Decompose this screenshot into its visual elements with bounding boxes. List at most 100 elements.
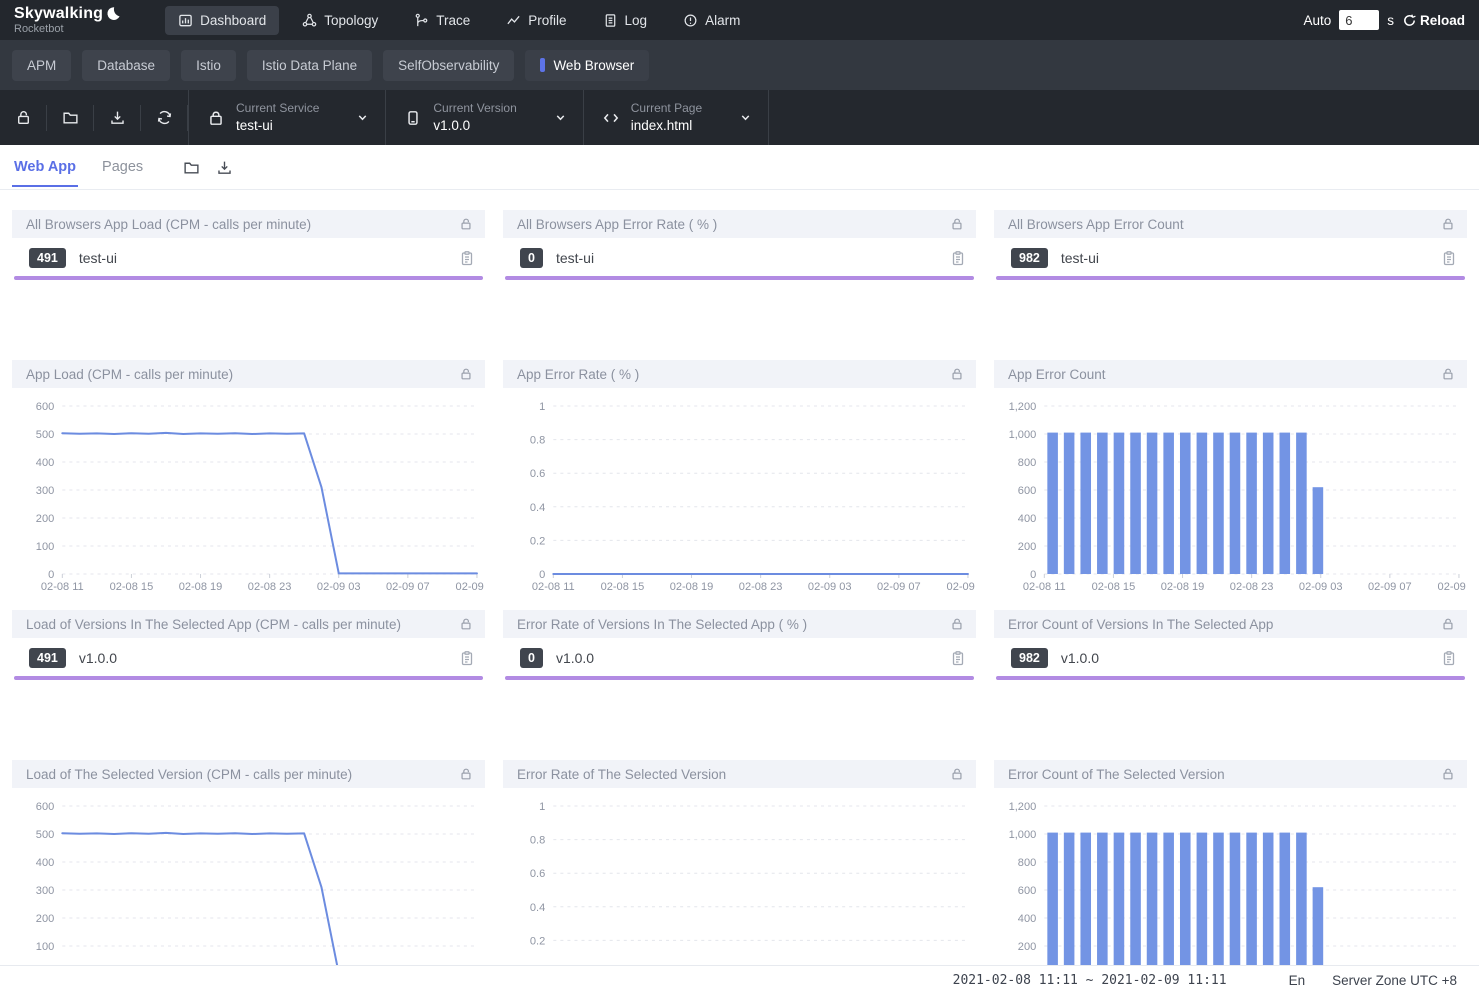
refresh-button[interactable] (141, 90, 187, 145)
app-load-line-chart: 600500400300200100002-08 1102-08 1502-08… (12, 388, 485, 600)
tab-pages[interactable]: Pages (100, 147, 145, 187)
svg-text:02-09 07: 02-09 07 (386, 581, 430, 593)
card-app-error-rate-chart: App Error Rate ( % ) 10.80.60.40.2002-08… (503, 360, 976, 610)
dashboard-tab-strip: APM Database Istio Istio Data Plane Self… (0, 40, 1479, 90)
card-title: App Error Count (1008, 367, 1441, 382)
lock-icon[interactable] (1441, 617, 1455, 631)
card-title: Load of The Selected Version (CPM - call… (26, 767, 459, 782)
dashboard-icon (178, 13, 193, 28)
current-version-selector[interactable]: Current Version v1.0.0 (385, 90, 582, 145)
svg-text:400: 400 (36, 457, 54, 469)
nav-item-profile[interactable]: Profile (493, 6, 579, 35)
import-template-button[interactable] (47, 90, 93, 145)
clipboard-icon[interactable] (1441, 250, 1457, 266)
dashboard-tab-istio-data-plane[interactable]: Istio Data Plane (247, 50, 372, 81)
lock-icon[interactable] (459, 617, 473, 631)
card-title: All Browsers App Load (CPM - calls per m… (26, 217, 459, 232)
stat-label: test-ui (79, 250, 459, 266)
lock-icon[interactable] (1441, 367, 1455, 381)
svg-text:500: 500 (36, 829, 54, 841)
nav-item-alarm[interactable]: Alarm (670, 6, 753, 35)
nav-item-trace[interactable]: Trace (401, 6, 483, 35)
lock-icon[interactable] (1441, 767, 1455, 781)
clipboard-icon[interactable] (1441, 650, 1457, 666)
lock-icon[interactable] (950, 367, 964, 381)
chart-row-version: Load of The Selected Version (CPM - call… (12, 760, 1467, 995)
auto-interval-input[interactable] (1339, 10, 1379, 30)
clipboard-icon[interactable] (950, 250, 966, 266)
svg-text:02-09 07: 02-09 07 (1368, 581, 1412, 593)
svg-text:1,200: 1,200 (1009, 801, 1037, 813)
svg-text:0.8: 0.8 (530, 435, 545, 447)
stat-underline-bar (505, 676, 974, 680)
tab-label: SelfObservability (398, 58, 499, 73)
download-icon[interactable] (216, 159, 233, 176)
clipboard-icon[interactable] (459, 250, 475, 266)
current-service-selector[interactable]: Current Service test-ui (188, 90, 385, 145)
chevron-down-icon (713, 111, 752, 124)
nav-label: Trace (436, 13, 470, 28)
card-title: Error Count of Versions In The Selected … (1008, 617, 1441, 632)
selector-label: Current Page (631, 102, 702, 114)
selected-version-load-line-chart: 600500400300200100002-08 1102-08 1502-08… (12, 788, 485, 995)
reload-button[interactable]: Reload (1402, 13, 1465, 28)
svg-text:1,000: 1,000 (1009, 829, 1037, 841)
svg-text:300: 300 (36, 485, 54, 497)
clipboard-icon[interactable] (459, 650, 475, 666)
lock-icon[interactable] (1441, 217, 1455, 231)
download-icon (109, 109, 126, 126)
svg-text:400: 400 (1018, 513, 1036, 525)
current-page-selector[interactable]: Current Page index.html (583, 90, 769, 145)
export-template-button[interactable] (94, 90, 140, 145)
page-icon (602, 109, 620, 127)
view-tabbar: Web App Pages (0, 145, 1479, 190)
dashboard-tab-database[interactable]: Database (82, 50, 170, 81)
stat-value-badge: 0 (520, 248, 543, 268)
tab-web-app[interactable]: Web App (12, 147, 78, 187)
nav-item-log[interactable]: Log (590, 6, 661, 35)
brand-subtitle: Rocketbot (14, 24, 121, 35)
clipboard-icon[interactable] (950, 650, 966, 666)
svg-text:02-09 03: 02-09 03 (808, 581, 852, 593)
lock-icon[interactable] (950, 617, 964, 631)
stat-row-app: All Browsers App Load (CPM - calls per m… (12, 210, 1467, 360)
svg-text:02-08 23: 02-08 23 (1230, 581, 1274, 593)
alarm-icon (683, 13, 698, 28)
nav-item-topology[interactable]: Topology (289, 6, 391, 35)
card-app-load-chart: App Load (CPM - calls per minute) 600500… (12, 360, 485, 610)
card-title: Error Rate of The Selected Version (517, 767, 950, 782)
svg-text:02-08 11: 02-08 11 (532, 581, 575, 593)
svg-text:02-08 15: 02-08 15 (110, 581, 154, 593)
lock-toggle-button[interactable] (0, 90, 46, 145)
dashboard-tab-apm[interactable]: APM (12, 50, 71, 81)
stat-label: v1.0.0 (1061, 650, 1441, 666)
stat-value-badge: 491 (29, 248, 66, 268)
language-selector[interactable]: En (1289, 973, 1306, 988)
lock-icon[interactable] (950, 217, 964, 231)
server-zone-label: Server Zone UTC +8 (1332, 973, 1457, 988)
brand: Skywalking Rocketbot (14, 6, 121, 35)
svg-text:200: 200 (36, 913, 54, 925)
lock-icon[interactable] (459, 767, 473, 781)
log-icon (603, 13, 618, 28)
card-title: All Browsers App Error Count (1008, 217, 1441, 232)
folder-icon[interactable] (183, 159, 200, 176)
dashboard-tab-istio[interactable]: Istio (181, 50, 236, 81)
selected-version-error-rate-line-chart: 10.80.60.40.2002-08 1102-08 1502-08 1902… (503, 788, 976, 995)
brand-title: Skywalking (14, 6, 103, 22)
svg-text:600: 600 (1018, 485, 1036, 497)
active-tab-indicator (540, 58, 545, 72)
moon-logo-icon (105, 6, 121, 22)
selected-version-error-count-bar-chart: 1,2001,000800600400200002-08 1102-08 150… (994, 788, 1467, 995)
svg-text:0.8: 0.8 (530, 835, 545, 847)
lock-icon[interactable] (459, 367, 473, 381)
dashboard-tab-selfobservability[interactable]: SelfObservability (383, 50, 514, 81)
time-range-picker[interactable]: 2021-02-08 11:11 ~ 2021-02-09 11:11 (953, 973, 1227, 988)
lock-icon[interactable] (459, 217, 473, 231)
svg-text:100: 100 (36, 941, 54, 953)
lock-icon[interactable] (950, 767, 964, 781)
dashboard-tab-web-browser[interactable]: Web Browser (525, 50, 649, 81)
svg-text:0.6: 0.6 (530, 468, 545, 480)
card-title: Error Rate of Versions In The Selected A… (517, 617, 950, 632)
nav-item-dashboard[interactable]: Dashboard (165, 6, 279, 35)
